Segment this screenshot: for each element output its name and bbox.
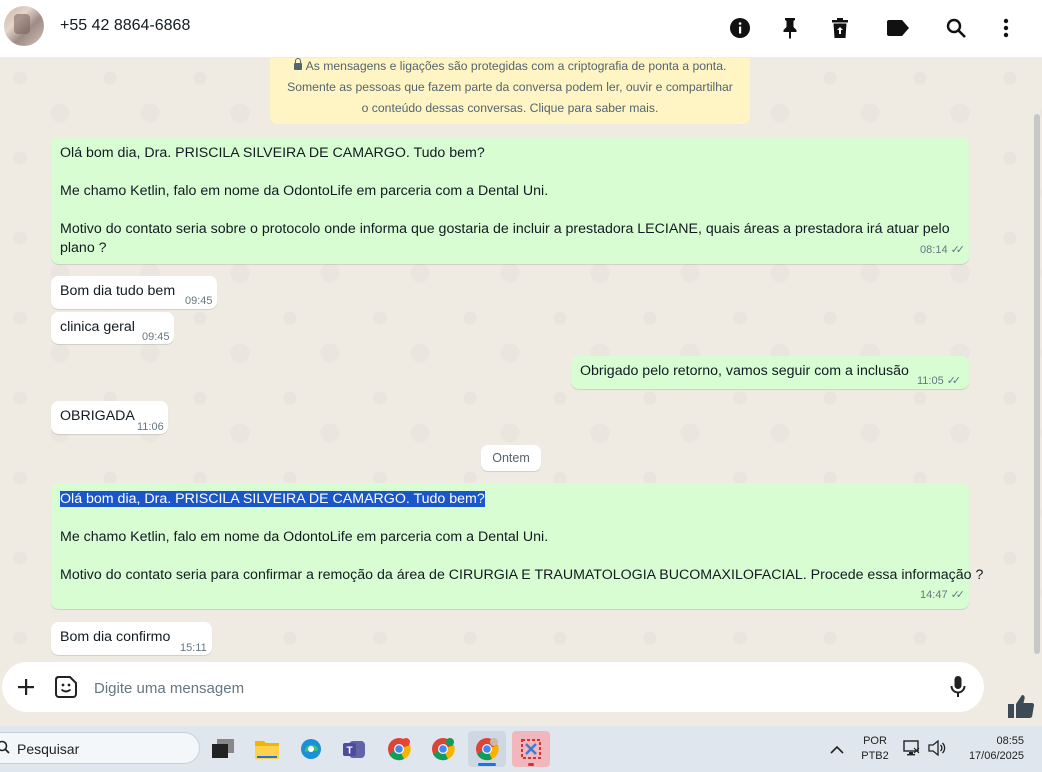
label-icon[interactable] bbox=[884, 14, 912, 42]
pin-icon[interactable] bbox=[776, 14, 804, 42]
encryption-line-1: As mensagens e ligações são protegidas c… bbox=[305, 59, 727, 73]
read-ticks-icon: ✓✓ bbox=[950, 589, 966, 601]
message-bubble-incoming[interactable]: clinica geral 09:45 bbox=[51, 312, 174, 344]
keyboard-layout-label: PTB2 bbox=[861, 750, 889, 762]
encryption-line-3: o conteúdo dessas conversas. Clique para… bbox=[361, 101, 659, 115]
clock-date: 17/06/2025 bbox=[968, 750, 1024, 762]
contact-avatar[interactable] bbox=[4, 6, 44, 46]
read-ticks-icon: ✓✓ bbox=[950, 244, 966, 256]
read-ticks-icon: ✓✓ bbox=[946, 375, 962, 387]
selected-text[interactable]: Olá bom dia, Dra. PRISCILA SILVEIRA DE C… bbox=[60, 491, 485, 507]
message-bubble-outgoing[interactable]: Olá bom dia, Dra. PRISCILA SILVEIRA DE C… bbox=[51, 137, 969, 264]
encryption-notice[interactable]: As mensagens e ligações são protegidas c… bbox=[270, 58, 750, 124]
message-line: plano ? bbox=[60, 240, 107, 256]
chevron-up-icon[interactable] bbox=[830, 742, 844, 754]
message-input-bar[interactable]: Digite uma mensagem bbox=[2, 662, 984, 712]
chrome-icon[interactable] bbox=[380, 731, 418, 767]
scrollbar-thumb[interactable] bbox=[1034, 114, 1040, 654]
sticker-icon[interactable] bbox=[55, 676, 77, 698]
contact-name[interactable]: +55 42 8864-6868 bbox=[60, 17, 190, 35]
message-text: OBRIGADA bbox=[60, 408, 135, 424]
message-text: clinica geral bbox=[60, 319, 135, 335]
message-input[interactable]: Digite uma mensagem bbox=[94, 680, 244, 697]
message-time: 11:06 bbox=[137, 421, 164, 433]
more-icon[interactable] bbox=[992, 14, 1020, 42]
chat-messages-area[interactable]: As mensagens e ligações são protegidas c… bbox=[0, 58, 1042, 660]
svg-text:T: T bbox=[346, 746, 352, 757]
message-line: Olá bom dia, Dra. PRISCILA SILVEIRA DE C… bbox=[60, 145, 485, 161]
edge-icon[interactable] bbox=[292, 731, 330, 767]
chrome-profile-icon[interactable] bbox=[424, 731, 462, 767]
message-time: 11:05 bbox=[917, 375, 944, 387]
taskbar-search-label[interactable]: Pesquisar bbox=[17, 741, 79, 757]
message-line: Me chamo Ketlin, falo em nome da OdontoL… bbox=[60, 529, 549, 545]
chrome-active-icon[interactable] bbox=[468, 731, 506, 767]
message-line: Motivo do contato seria sobre o protocol… bbox=[60, 221, 950, 237]
message-bubble-incoming[interactable]: Bom dia tudo bem 09:45 bbox=[51, 276, 217, 309]
message-composer: Digite uma mensagem bbox=[0, 660, 1042, 724]
chat-header: +55 42 8864-6868 bbox=[0, 0, 1042, 58]
message-time: 08:14 bbox=[920, 244, 948, 256]
message-text: Obrigado pelo retorno, vamos seguir com … bbox=[580, 363, 909, 379]
file-explorer-icon[interactable] bbox=[248, 731, 286, 767]
info-icon[interactable] bbox=[726, 14, 754, 42]
language-indicator[interactable]: POR PTB2 bbox=[860, 734, 890, 764]
message-time: 09:45 bbox=[142, 331, 170, 343]
message-bubble-incoming[interactable]: OBRIGADA 11:06 bbox=[51, 401, 168, 434]
chat-scrollbar[interactable] bbox=[1034, 58, 1040, 658]
message-bubble-outgoing[interactable]: Obrigado pelo retorno, vamos seguir com … bbox=[571, 356, 969, 389]
delete-icon[interactable] bbox=[826, 14, 854, 42]
windows-taskbar: Pesquisar T POR PTB2 08:55 17/06/2025 bbox=[0, 726, 1042, 772]
teams-icon[interactable]: T bbox=[336, 731, 374, 767]
message-time: 09:45 bbox=[185, 295, 213, 307]
search-icon bbox=[0, 740, 10, 754]
volume-icon[interactable] bbox=[928, 739, 946, 757]
message-text: Bom dia confirmo bbox=[60, 629, 171, 645]
message-time: 15:11 bbox=[180, 642, 207, 654]
clock-time: 08:55 bbox=[996, 735, 1024, 747]
thumbs-up-icon[interactable] bbox=[1008, 694, 1035, 719]
task-view-icon[interactable] bbox=[204, 731, 242, 767]
message-bubble-incoming[interactable]: Bom dia confirmo 15:11 bbox=[51, 622, 212, 655]
network-icon[interactable] bbox=[903, 740, 921, 756]
clock[interactable]: 08:55 17/06/2025 bbox=[960, 734, 1024, 764]
date-separator: Ontem bbox=[481, 445, 541, 471]
message-line: Me chamo Ketlin, falo em nome da OdontoL… bbox=[60, 183, 549, 199]
search-icon[interactable] bbox=[942, 14, 970, 42]
mic-icon[interactable] bbox=[950, 676, 966, 698]
snipping-tool-icon[interactable] bbox=[512, 731, 550, 767]
language-label: POR bbox=[863, 735, 887, 747]
message-time: 14:47 bbox=[920, 589, 948, 601]
message-line: Motivo do contato seria para confirmar a… bbox=[60, 567, 984, 583]
message-text: Bom dia tudo bem bbox=[60, 283, 176, 299]
lock-icon bbox=[293, 58, 302, 70]
encryption-line-2: Somente as pessoas que fazem parte da co… bbox=[287, 80, 733, 94]
message-bubble-outgoing[interactable]: Olá bom dia, Dra. PRISCILA SILVEIRA DE C… bbox=[51, 483, 983, 609]
plus-icon[interactable] bbox=[16, 677, 36, 697]
